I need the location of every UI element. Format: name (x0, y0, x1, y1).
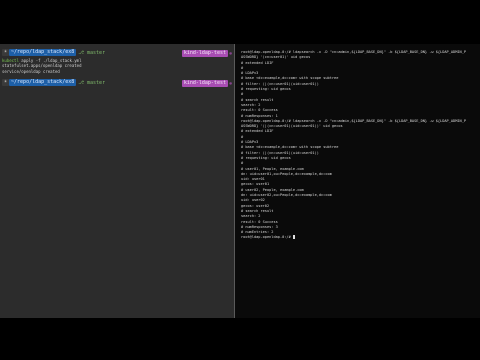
terminal-line-text: # base <dc=example,dc=com> with scope su… (241, 145, 339, 150)
terminal-line-text: root@ldap-openldap-0:/# ldapsearch -x -D… (241, 50, 467, 54)
git-branch: ⎇ master (78, 80, 106, 87)
terminal-line-text: ASSWORD} '(|(cn=user01)(uid=user01))' ui… (241, 124, 343, 129)
command-program: kubectl (2, 58, 19, 63)
prompt-right-segment: kind-ldap-test ⎈ (181, 50, 232, 57)
terminal-line-text: # filter: (|(cn=user01)(uid=user01)) (241, 150, 319, 155)
terminal-line-text: search: 2 (241, 102, 261, 107)
terminal-line-text: # extended LDIF (241, 129, 274, 134)
shell-prompt: ☀ ~/repo/ldap_stack/ex8 ⎇ master kind-ldap… (2, 49, 234, 58)
terminal-line-text: result: 0 Success (241, 219, 278, 224)
terminal-line-text: uid: user01 (241, 177, 265, 182)
screen: ☀ ~/repo/ldap_stack/ex8 ⎇ master kind-ldap… (0, 44, 480, 318)
prompt-directory: ~/repo/ldap_stack/ex8 (9, 79, 77, 87)
terminal-line-text: # LDAPv3 (241, 140, 259, 145)
terminal-line-text: # (241, 92, 244, 97)
terminal-line-text: # user02, People, example.com (241, 187, 304, 192)
terminal-line-text: # numResponses: 1 (241, 113, 278, 118)
terminal-line-text: # search result (241, 97, 274, 102)
terminal-line-text: gecos: user02 (241, 203, 270, 208)
terminal-line-text: # LDAPv3 (241, 71, 259, 76)
command-args: apply -f ./ldap_stack.yml (21, 58, 82, 63)
git-branch: ⎇ master (78, 50, 106, 56)
terminal-line-text: ASSWORD} '(cn=user01)' uid gecos (241, 55, 311, 60)
terminal-line-text: # (241, 65, 244, 70)
git-branch-name: master (87, 80, 106, 87)
terminal-line-text: # user01, People, example.com (241, 166, 304, 171)
terminal-line-text: # (241, 161, 244, 166)
terminal-line-text: root@ldap-openldap-0:/# (241, 235, 293, 240)
prompt-directory: ~/repo/ldap_stack/ex8 (9, 49, 77, 56)
terminal-line-text: # numResponses: 3 (241, 224, 278, 229)
kubernetes-icon: ⎈ (228, 51, 232, 57)
terminal-line-text: dn: uid=user02,ou=People,dc=example,dc=c… (241, 193, 332, 198)
terminal-line-text: # extended LDIF (241, 60, 274, 65)
terminal-line-text: # requesting: uid gecos (241, 155, 291, 160)
shell-prompt: ☀ ~/repo/ldap_stack/ex8 ⎇ master kind-ldap… (2, 79, 234, 88)
kube-context: kind-ldap-test (181, 80, 228, 88)
terminal-line-text: result: 0 Success (241, 108, 278, 113)
terminal-line-text: # requesting: uid gecos (241, 87, 291, 92)
terminal-line-text: # base <dc=example,dc=com> with scope su… (241, 76, 339, 81)
terminal-cursor (292, 235, 295, 240)
terminal-line-text: # (241, 134, 244, 139)
terminal-line-text: dn: uid=user01,ou=People,dc=example,dc=c… (241, 171, 332, 176)
left-terminal-pane[interactable]: ☀ ~/repo/ldap_stack/ex8 ⎇ master kind-ldap… (0, 44, 234, 318)
kubernetes-icon: ⎈ (228, 81, 232, 88)
terminal-line-text: root@ldap-openldap-0:/# ldapsearch -x -D… (241, 118, 467, 123)
terminal-line-text: search: 2 (241, 214, 261, 219)
git-branch-name: master (87, 50, 106, 56)
kube-context: kind-ldap-test (181, 50, 228, 57)
terminal-line-text: # search result (241, 208, 274, 213)
os-icon: ☀ (2, 79, 10, 87)
terminal-line-text: gecos: user01 (241, 182, 270, 187)
terminal-line-text: # numEntries: 2 (241, 230, 274, 235)
terminal-prompt-line: root@ldap-openldap-0:/# (241, 235, 480, 240)
terminal-line-text: # filter: (|(cn=user01)(uid=user01)) (241, 81, 319, 86)
right-terminal-pane[interactable]: root@ldap-openldap-0:/# ldapsearch -x -D… (235, 44, 480, 318)
prompt-right-segment: kind-ldap-test ⎈ (181, 80, 232, 88)
os-icon: ☀ (2, 49, 10, 56)
terminal-output: root@ldap-openldap-0:/# ldapsearch -x -D… (235, 50, 480, 241)
terminal-line-text: uid: user02 (241, 198, 265, 203)
